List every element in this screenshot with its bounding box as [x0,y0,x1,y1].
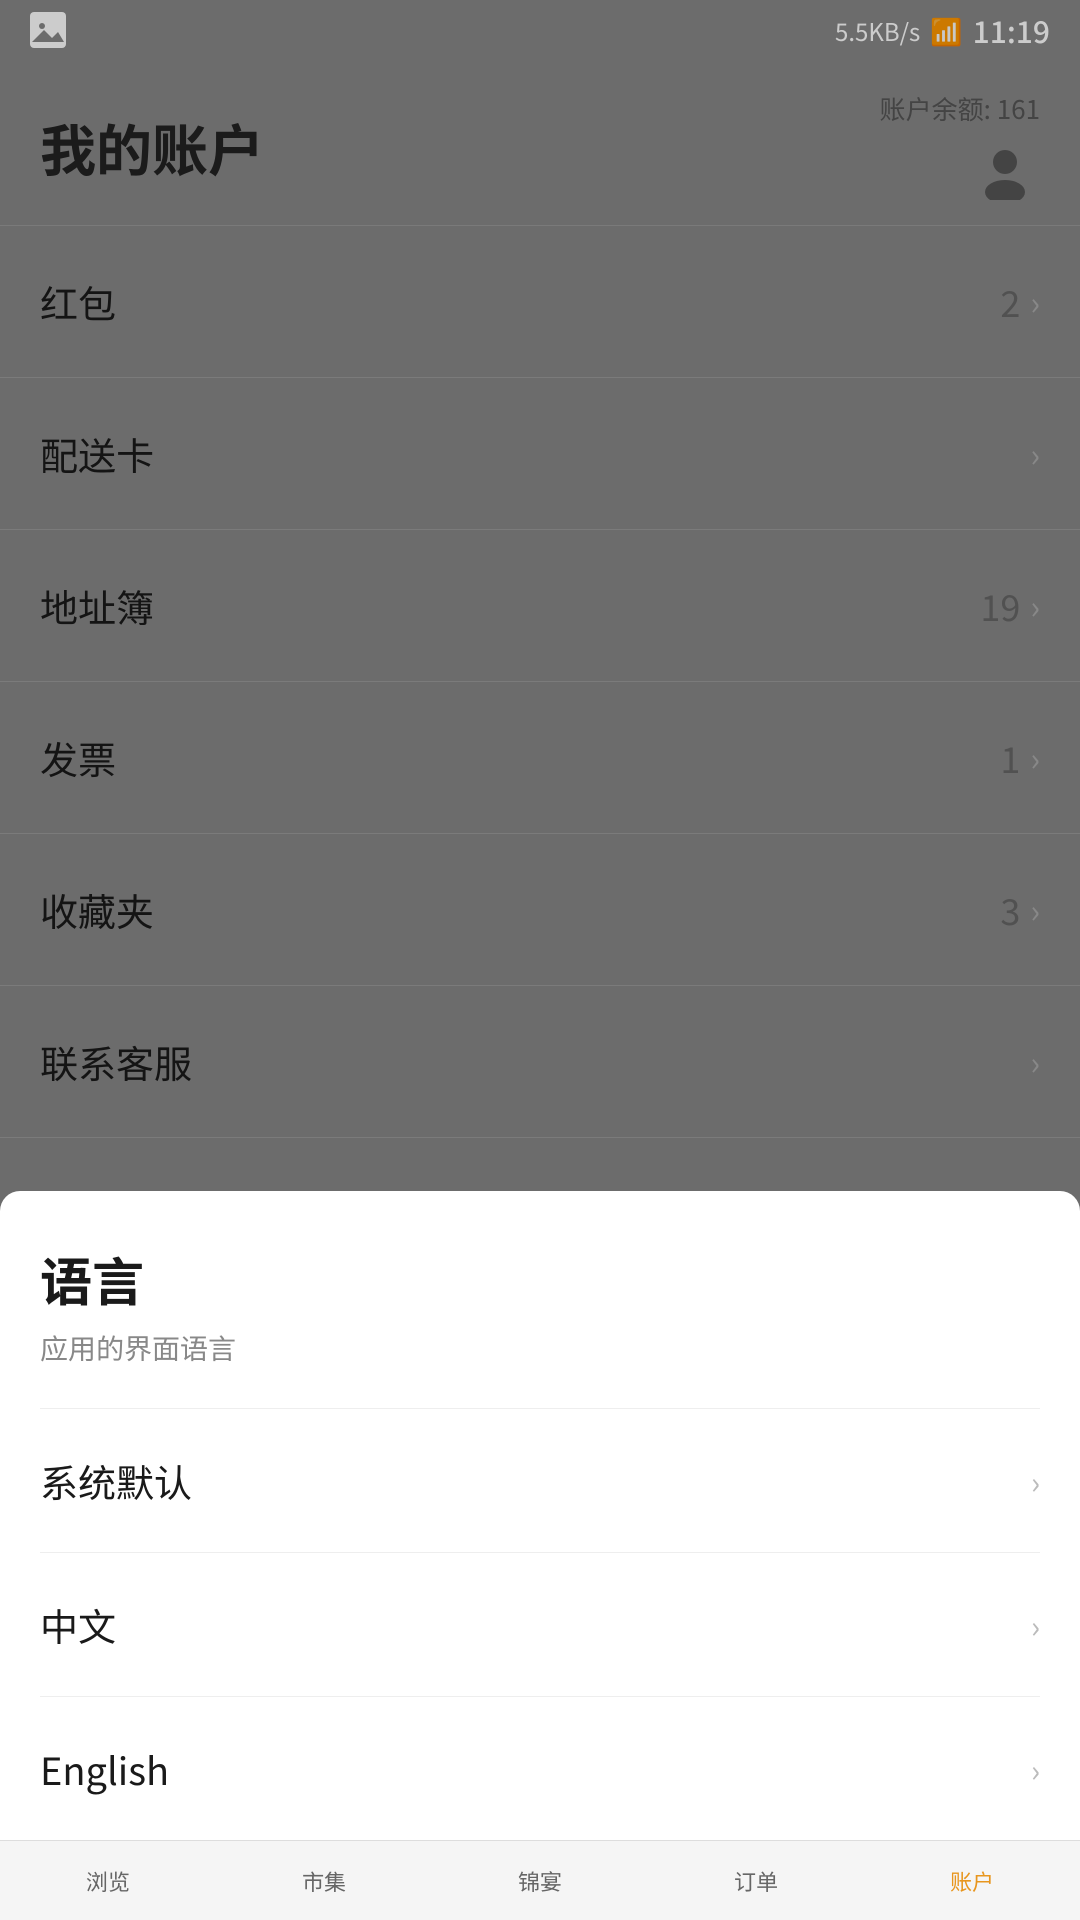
sheet-subtitle: 应用的界面语言 [40,1328,1040,1368]
sheet-item-chinese[interactable]: 中文 › [40,1552,1040,1696]
chevron-right-icon: › [1031,1603,1040,1647]
sheet-label-english: English [40,1741,169,1796]
bottom-nav: 浏览 市集 锦宴 订单 账户 [0,1840,1080,1920]
nav-item-browse[interactable]: 浏览 [0,1865,216,1897]
nav-label-orders: 订单 [734,1865,778,1897]
nav-item-market[interactable]: 市集 [216,1865,432,1897]
sheet-title: 语言 [40,1241,1040,1316]
nav-label-browse: 浏览 [86,1865,130,1897]
nav-label-jingyan: 锦宴 [518,1865,562,1897]
nav-item-jingyan[interactable]: 锦宴 [432,1865,648,1897]
nav-label-account: 账户 [950,1865,994,1897]
nav-item-account[interactable]: 账户 [864,1865,1080,1897]
chevron-right-icon: › [1031,1747,1040,1791]
nav-item-orders[interactable]: 订单 [648,1865,864,1897]
language-bottom-sheet: 语言 应用的界面语言 系统默认 › 中文 › English › [0,1191,1080,1840]
sheet-label-system-default: 系统默认 [40,1453,192,1508]
nav-label-market: 市集 [302,1865,346,1897]
chevron-right-icon: › [1031,1459,1040,1503]
sheet-item-english[interactable]: English › [40,1696,1040,1840]
sheet-label-chinese: 中文 [40,1597,116,1652]
sheet-item-system-default[interactable]: 系统默认 › [40,1408,1040,1552]
